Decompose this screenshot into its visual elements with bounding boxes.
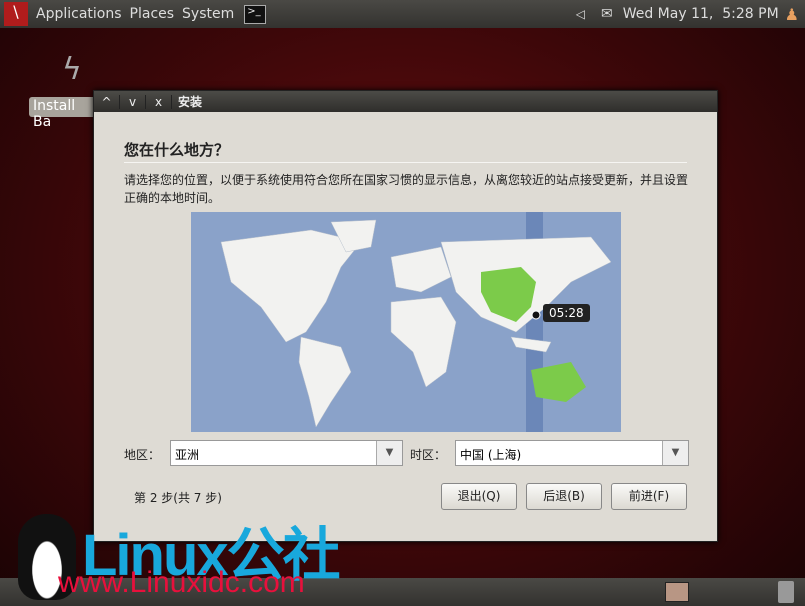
region-value: 亚洲 — [175, 448, 199, 462]
menu-system[interactable]: System — [182, 6, 234, 22]
location-marker — [532, 311, 540, 319]
europe — [391, 247, 451, 292]
install-desktop-icon[interactable]: Install Ba — [29, 97, 99, 117]
forward-button[interactable]: 前进(F) — [611, 483, 687, 510]
shade-up-button[interactable]: ^ — [94, 95, 120, 109]
dragon-logo: ϟ — [62, 52, 82, 87]
trash-icon[interactable] — [778, 581, 794, 603]
chevron-down-icon[interactable]: ▼ — [662, 441, 688, 465]
page-title: 您在什么地方？ — [124, 139, 229, 160]
south-america — [299, 337, 351, 427]
menu-places[interactable]: Places — [130, 6, 175, 22]
close-button[interactable]: x — [146, 95, 172, 109]
user-icon[interactable]: ♟ — [785, 5, 799, 24]
volume-icon[interactable]: ◁ — [576, 7, 585, 21]
top-panel: \ Applications Places System >_ ◁ ✉ Wed … — [0, 0, 805, 28]
timezone-label: 时区： — [410, 446, 446, 463]
region-select[interactable]: 亚洲 ▼ — [170, 440, 403, 466]
back-button[interactable]: 后退(B) — [526, 483, 602, 510]
workspace-switcher[interactable] — [665, 582, 689, 602]
africa — [391, 297, 456, 387]
mail-icon[interactable]: ✉ — [601, 6, 613, 22]
timezone-select[interactable]: 中国 (上海) ▼ — [455, 440, 689, 466]
distro-logo-icon[interactable]: \ — [4, 2, 28, 26]
chevron-down-icon[interactable]: ▼ — [376, 441, 402, 465]
shade-down-button[interactable]: v — [120, 95, 146, 109]
time-tooltip: 05:28 — [543, 304, 590, 322]
site-url: www.Linuxidc.com — [58, 566, 305, 600]
menu-applications[interactable]: Applications — [36, 6, 122, 22]
world-map[interactable]: 05:28 — [191, 212, 621, 432]
quit-button[interactable]: 退出(Q) — [441, 483, 517, 510]
terminal-icon[interactable]: >_ — [244, 5, 266, 24]
timezone-value: 中国 (上海) — [460, 448, 521, 462]
north-america — [221, 230, 361, 342]
title-bar: ^ v x 安装 — [94, 91, 717, 112]
divider — [124, 162, 687, 163]
description: 请选择您的位置，以便于系统使用符合您所在国家习惯的显示信息，从离您较近的站点接受… — [124, 171, 694, 207]
window-title: 安装 — [178, 93, 202, 110]
step-indicator: 第 2 步(共 7 步) — [134, 489, 222, 506]
clock[interactable]: Wed May 11, 5:28 PM — [623, 6, 779, 22]
install-dialog: ^ v x 安装 您在什么地方？ 请选择您的位置，以便于系统使用符合您所在国家习… — [93, 90, 718, 542]
region-label: 地区： — [124, 446, 160, 463]
indonesia — [511, 337, 551, 352]
